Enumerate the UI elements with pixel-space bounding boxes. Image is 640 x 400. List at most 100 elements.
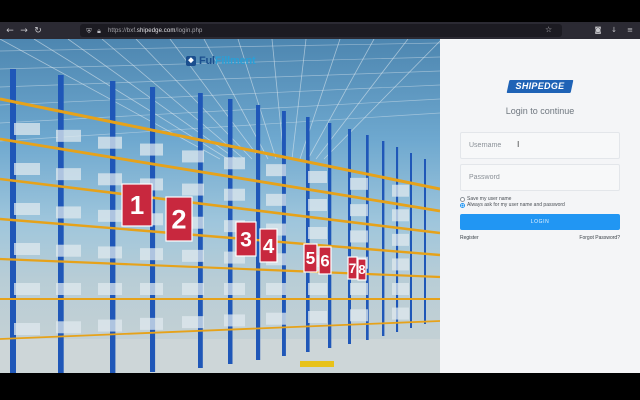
pallet-box [392, 233, 409, 246]
ceiling-truss-cross [0, 42, 440, 52]
star-icon[interactable]: ☆ [545, 25, 555, 35]
bay-sign-number: 8 [358, 262, 365, 277]
pallet-box [392, 258, 409, 271]
pallet-box [224, 157, 245, 170]
fulfillment-logo-text: FulFillment [199, 55, 256, 67]
toolbar-right-icons: ◙ ↓ ≡ [592, 24, 636, 36]
password-field[interactable] [460, 164, 620, 191]
pallet-box [98, 319, 122, 332]
pallet-box [98, 136, 122, 149]
pallet-box [308, 227, 327, 239]
pallet-box [14, 203, 40, 215]
always-ask-option[interactable]: Always ask for my user name and password [460, 202, 565, 208]
login-title: Login to continue [505, 106, 575, 116]
bay-sign-number: 3 [240, 228, 252, 251]
pallet-box [14, 323, 40, 335]
pallet-box [308, 311, 327, 323]
pallet-box [182, 283, 204, 295]
pallet-box [98, 283, 122, 295]
rack-upright [382, 141, 385, 336]
warehouse-hero-image: 12 34 56 78 ◆ FulFillment [0, 39, 440, 373]
bay-sign-number: 1 [130, 190, 144, 220]
pallet-box [14, 123, 40, 135]
register-link[interactable]: Register [460, 235, 479, 241]
pallet-box [224, 188, 245, 201]
floor-barrier [300, 361, 334, 367]
pallet-box [266, 283, 286, 295]
pallet-box [98, 209, 122, 222]
username-input[interactable] [461, 133, 619, 158]
pallet-box [56, 168, 81, 181]
bay-sign-number: 5 [306, 248, 316, 268]
hamburger-menu-icon[interactable]: ≡ [624, 24, 636, 36]
shield-icon[interactable]: ⛨ [84, 26, 94, 36]
url-text: https://bxf.shipedge.com/login.php [108, 27, 203, 34]
pallet-box [392, 209, 409, 222]
download-icon[interactable]: ↓ [608, 24, 620, 36]
ceiling-truss-cross [0, 84, 440, 106]
pallet-box [182, 150, 204, 163]
ceiling-truss-cross [0, 70, 440, 88]
save-username-radio[interactable] [460, 196, 465, 202]
warehouse-racks-illustration: 1 2 3 4 5 6 7 8 [0, 39, 440, 373]
pallet-box [308, 171, 327, 183]
warehouse-floor [0, 339, 440, 373]
bay-sign-number: 2 [171, 204, 186, 235]
pallet-box [140, 248, 163, 261]
browser-toolbar: ← → ↻ ⛨ 🔒︎ https://bxf.shipedge.com/logi… [0, 22, 640, 39]
screen: ← → ↻ ⛨ 🔒︎ https://bxf.shipedge.com/logi… [0, 0, 640, 400]
pallet-box [182, 249, 204, 262]
pallet-box [392, 184, 409, 197]
pallet-box [224, 314, 245, 327]
pallet-box [392, 307, 409, 320]
pallet-box [56, 283, 81, 295]
pallet-box [14, 243, 40, 255]
bay-sign-number: 4 [263, 235, 275, 258]
pallet-box [392, 283, 409, 295]
pallet-box [350, 230, 368, 243]
pallet-box [266, 164, 286, 177]
pallet-box [224, 283, 245, 295]
reload-icon[interactable]: ↻ [31, 24, 45, 38]
pallet-box [350, 204, 368, 217]
back-arrow-icon[interactable]: ← [3, 24, 17, 38]
pocket-icon[interactable]: ◙ [592, 24, 604, 36]
pallet-box [350, 177, 368, 190]
pallet-box [140, 143, 163, 156]
top-black-bar [0, 0, 640, 22]
rack-upright [410, 153, 412, 328]
pallet-box [308, 199, 327, 211]
ceiling-truss-beam [307, 39, 375, 160]
pallet-box [56, 206, 81, 219]
fulfillment-logo-mark-icon: ◆ [186, 56, 196, 66]
username-field[interactable] [460, 132, 620, 159]
always-ask-radio[interactable] [460, 202, 465, 208]
pallet-box [98, 173, 122, 186]
pallet-box [56, 321, 81, 334]
url-bar[interactable]: ⛨ 🔒︎ https://bxf.shipedge.com/login.php [80, 24, 562, 37]
pallet-box [266, 193, 286, 206]
login-button[interactable]: LOGIN [460, 214, 620, 230]
rack-upright [328, 123, 332, 348]
pallet-box [308, 283, 327, 295]
password-input[interactable] [461, 165, 619, 190]
pallet-box [14, 163, 40, 175]
forgot-password-link[interactable]: Forgot Password? [579, 235, 620, 241]
ceiling-truss-beam [291, 39, 307, 160]
pallet-box [56, 244, 81, 257]
bay-sign-number: 6 [320, 251, 329, 270]
lock-icon[interactable]: 🔒︎ [94, 26, 104, 36]
pallet-box [266, 312, 286, 325]
pallet-box [350, 283, 368, 295]
forward-arrow-icon[interactable]: → [17, 24, 31, 38]
pallet-box [182, 316, 204, 329]
fulfillment-logo: ◆ FulFillment [186, 55, 256, 67]
pallet-box [98, 246, 122, 259]
pallet-box [140, 283, 163, 295]
pallet-box [140, 317, 163, 330]
bay-sign-number: 7 [349, 261, 357, 276]
pallet-box [182, 183, 204, 196]
rack-beam [0, 257, 440, 279]
shipedge-logo-text: SHIPEDGE [515, 81, 565, 91]
login-panel: SHIPEDGE Login to continue I Save my use… [440, 39, 640, 373]
